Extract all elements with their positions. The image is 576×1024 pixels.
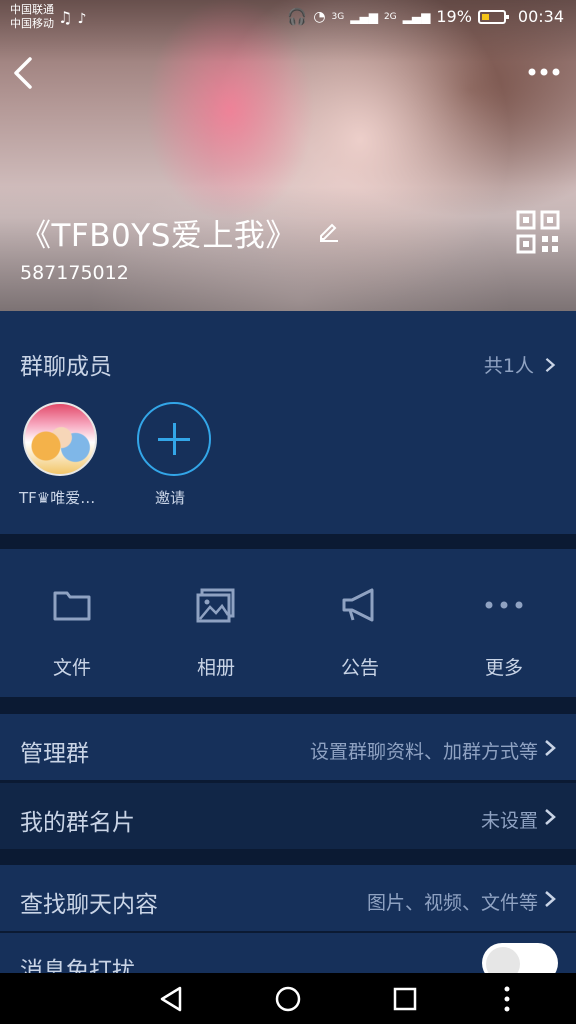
chevron-right-icon	[545, 357, 556, 373]
tiktok-icon: ♪	[77, 11, 87, 27]
carrier-2: 中国移动	[10, 17, 54, 30]
nav-back-icon[interactable]	[158, 986, 184, 1012]
row-manage-label: 管理群	[20, 741, 89, 767]
network-3g: 3G	[331, 11, 345, 22]
more-options-icon[interactable]	[526, 62, 562, 82]
chevron-right-icon	[545, 891, 556, 907]
notification-icons: ♫ ♪	[58, 8, 86, 27]
invite-label: 邀请	[155, 489, 186, 507]
wifi-icon: ◔	[313, 8, 326, 25]
row-card-value: 未设置	[480, 810, 538, 832]
nav-home-icon[interactable]	[275, 986, 301, 1012]
tool-announcement-label: 公告	[340, 657, 379, 679]
headphones-icon: 🎧	[287, 7, 308, 26]
chevron-right-icon	[545, 809, 556, 825]
chevron-right-icon	[545, 740, 556, 756]
system-nav-bar	[0, 973, 576, 1024]
row-search-value: 图片、视频、文件等	[366, 892, 538, 914]
back-icon[interactable]	[10, 55, 40, 91]
nav-menu-icon[interactable]	[500, 986, 514, 1012]
group-id: 587175012	[20, 262, 129, 284]
row-search-label: 查找聊天内容	[20, 892, 158, 918]
status-bar: 中国联通 中国移动 ♫ ♪ 🎧 ◔ 3G ▂▄▆ 2G ▂▄▆ 19% 00:3…	[0, 0, 576, 36]
tools-section: 文件 相册 公告 更多	[0, 549, 576, 697]
row-manage-group[interactable]: 管理群 设置群聊资料、加群方式等	[0, 714, 576, 780]
row-search-chat[interactable]: 查找聊天内容 图片、视频、文件等	[0, 865, 576, 931]
member-name: TF♛唯爱…	[19, 489, 96, 507]
tool-files-label: 文件	[52, 657, 91, 679]
tool-files[interactable]: 文件	[0, 549, 144, 697]
row-card-label: 我的群名片	[20, 810, 135, 836]
battery-percent: 19%	[436, 7, 472, 26]
battery-icon	[477, 9, 509, 24]
signal-icon-2: ▂▄▆	[402, 9, 431, 24]
group-header: 中国联通 中国移动 ♫ ♪ 🎧 ◔ 3G ▂▄▆ 2G ▂▄▆ 19% 00:3…	[0, 0, 576, 311]
music-icon: ♫	[58, 8, 73, 27]
announcement-icon	[342, 588, 374, 622]
members-section: 群聊成员 共1人 TF♛唯爱… 邀请	[0, 311, 576, 534]
tool-album-label: 相册	[196, 657, 235, 679]
nav-recents-icon[interactable]	[393, 986, 417, 1012]
edit-icon[interactable]	[318, 220, 340, 242]
group-title: 《TFB0YS爱上我》	[20, 218, 297, 254]
qr-code-icon[interactable]	[516, 210, 560, 254]
clock: 00:34	[517, 7, 564, 26]
row-do-not-disturb: 消息免打扰	[0, 933, 576, 973]
row-my-card[interactable]: 我的群名片 未设置	[0, 783, 576, 849]
folder-icon	[53, 591, 91, 621]
tool-announcement[interactable]: 公告	[288, 549, 432, 697]
members-count-text: 共1人	[483, 355, 534, 377]
dnd-toggle[interactable]	[482, 943, 558, 973]
members-label: 群聊成员	[20, 354, 112, 380]
more-dots-icon	[485, 601, 523, 609]
row-dnd-label: 消息免打扰	[20, 958, 135, 973]
invite-button[interactable]	[137, 402, 211, 476]
tool-more[interactable]: 更多	[432, 549, 576, 697]
tool-more-label: 更多	[484, 657, 523, 679]
carriers: 中国联通 中国移动	[10, 3, 54, 31]
carrier-1: 中国联通	[10, 3, 54, 16]
signal-icon: ▂▄▆	[350, 9, 378, 24]
row-manage-value: 设置群聊资料、加群方式等	[309, 741, 538, 763]
tool-album[interactable]: 相册	[144, 549, 288, 697]
member-avatar[interactable]	[23, 402, 97, 476]
album-icon	[196, 588, 235, 623]
members-count[interactable]: 共1人	[484, 351, 556, 378]
network-2g: 2G	[383, 11, 397, 22]
status-right: 🎧 ◔ 3G ▂▄▆ 2G ▂▄▆ 19% 00:34	[287, 7, 564, 26]
